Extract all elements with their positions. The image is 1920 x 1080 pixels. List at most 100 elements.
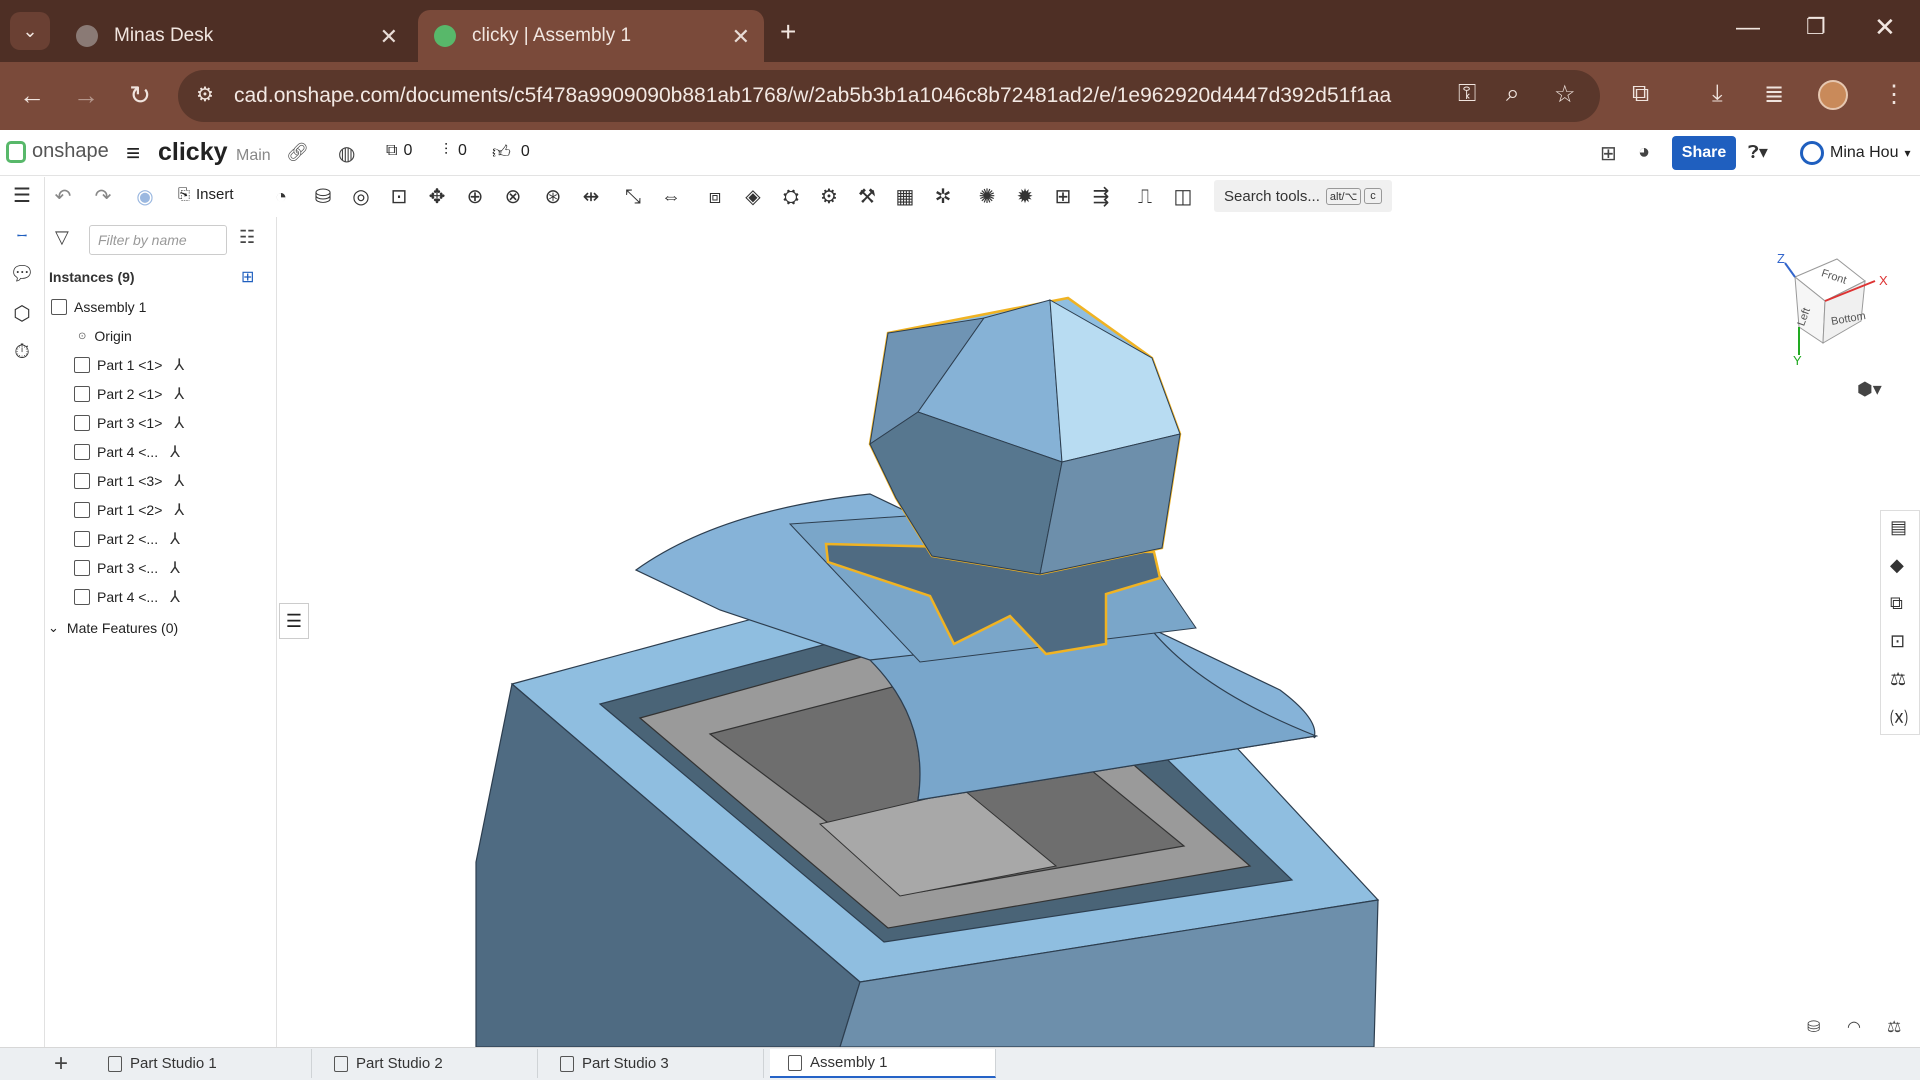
learning-center-icon[interactable]: ◕	[1638, 141, 1650, 164]
collapse-panel-icon[interactable]: ☰	[279, 603, 309, 639]
help-icon[interactable]: ❓︎▾	[1748, 142, 1768, 163]
zoom-icon[interactable]: ⌕	[1506, 80, 1519, 108]
slider-mate-icon[interactable]: ⊡	[386, 184, 412, 210]
mate-connector-icon[interactable]: ◔	[268, 184, 294, 210]
tree-row-instance[interactable]: Part 1 <2> ⅄	[74, 496, 184, 524]
tree-row-instance[interactable]: Part 2 <... ⅄	[74, 525, 180, 553]
measure-icon[interactable]: ⎍	[1132, 184, 1158, 210]
tree-row-assembly[interactable]: Assembly 1	[51, 293, 146, 321]
minimize-button[interactable]: —	[1736, 14, 1760, 42]
key-icon[interactable]: ⚿	[1458, 80, 1476, 108]
search-tools-input[interactable]: Search tools...	[1224, 188, 1320, 205]
tab-part-studio-3[interactable]: Part Studio 3	[542, 1049, 764, 1078]
appearance-icon[interactable]: ◆	[1890, 555, 1904, 576]
undo-icon[interactable]: ↶	[50, 184, 76, 210]
chrome-menu-icon[interactable]: ⋮	[1882, 80, 1906, 109]
gear-relation-icon[interactable]: ⛭	[778, 184, 804, 210]
screw-relation-icon[interactable]: ⚒	[854, 184, 880, 210]
tab-assembly-1[interactable]: Assembly 1	[770, 1049, 996, 1078]
graphics-viewport[interactable]: Front Left Bottom X Y Z ⬢▾ ☰ ⛁ ◠ ⚖	[277, 217, 1901, 1047]
assembly-model[interactable]	[277, 217, 1881, 1047]
insert-button[interactable]: ⎘ Insert	[178, 186, 234, 203]
forward-arrow-icon[interactable]: →	[70, 80, 102, 111]
mass-properties-icon[interactable]: ⚖	[1890, 669, 1906, 690]
cylindrical-mate-icon[interactable]: ⊕	[462, 184, 488, 210]
restore-button[interactable]: ❐	[1806, 14, 1826, 40]
rack-pinion-icon[interactable]: ⚙	[816, 184, 842, 210]
linear-relation-icon[interactable]: ▦	[892, 184, 918, 210]
tree-row-instance[interactable]: Part 4 <... ⅄	[74, 438, 180, 466]
mate-values-icon[interactable]: ⊡	[1890, 631, 1905, 652]
profile-avatar[interactable]	[1818, 80, 1848, 110]
pattern-icon[interactable]: ✺	[974, 184, 1000, 210]
document-title[interactable]: clicky	[158, 138, 228, 167]
units-icon[interactable]: ⚖	[1887, 1017, 1901, 1037]
branch-label[interactable]: Main	[236, 147, 271, 165]
properties-icon[interactable]: ▤	[1890, 517, 1907, 538]
relation-icon[interactable]: ◈	[740, 184, 766, 210]
replicate-icon[interactable]: ✲	[930, 184, 956, 210]
pin-slot-mate-icon[interactable]: ⊗	[500, 184, 526, 210]
versions-button[interactable]: ⧉ 0	[386, 142, 412, 160]
tree-row-instance[interactable]: Part 1 <1> ⅄	[74, 351, 184, 379]
tree-row-mate-features[interactable]: ⌄ Mate Features (0)	[48, 614, 178, 642]
tree-row-origin[interactable]: ⊙ Origin	[78, 322, 132, 350]
variables-icon[interactable]: ⒳	[1890, 705, 1908, 731]
close-icon[interactable]: ✕	[732, 24, 750, 50]
user-menu[interactable]: Mina Hou ▾	[1800, 141, 1911, 165]
circular-pattern-icon[interactable]: ✹	[1012, 184, 1038, 210]
tree-row-instance[interactable]: Part 1 <3> ⅄	[74, 467, 184, 495]
close-icon[interactable]: ✕	[380, 24, 398, 50]
onshape-logo[interactable]: onshape	[6, 140, 109, 163]
share-button[interactable]: Share	[1672, 136, 1736, 170]
bom-icon[interactable]: ⧉	[1890, 593, 1903, 614]
mate-features-icon[interactable]: ⧿	[9, 223, 35, 246]
tree-row-instance[interactable]: Part 2 <1> ⅄	[74, 380, 184, 408]
tangent-mate-icon[interactable]: ⤡	[620, 184, 646, 210]
tree-row-instance[interactable]: Part 3 <... ⅄	[74, 554, 180, 582]
url-text[interactable]: cad.onshape.com/documents/c5f478a9909090…	[234, 84, 1391, 108]
browser-tab-clicky[interactable]: clicky | Assembly 1 ✕	[418, 10, 764, 62]
view-cube-graphic[interactable]	[1755, 229, 1895, 369]
address-bar[interactable]: ⚙ cad.onshape.com/documents/c5f478a99090…	[178, 70, 1600, 122]
parallel-mate-icon[interactable]: ⇹	[578, 184, 604, 210]
extensions-icon[interactable]: ⧉	[1632, 80, 1649, 108]
display-states-icon[interactable]: ◠	[1847, 1017, 1861, 1037]
fastened-mate-icon[interactable]: ⛁	[310, 184, 336, 210]
tree-row-instance[interactable]: Part 3 <1> ⅄	[74, 409, 184, 437]
list-view-icon[interactable]: ☷	[239, 227, 255, 248]
new-tab-button[interactable]: +	[780, 16, 796, 48]
back-arrow-icon[interactable]: ←	[16, 80, 48, 111]
close-window-button[interactable]: ✕	[1874, 12, 1896, 43]
explode-icon[interactable]: ⇶	[1088, 184, 1114, 210]
hamburger-menu-icon[interactable]: ≡	[126, 140, 140, 168]
star-icon[interactable]: ☆	[1554, 80, 1576, 109]
comments-icon[interactable]: 💬︎	[9, 261, 35, 286]
reload-icon[interactable]: ↻	[124, 80, 156, 111]
link-icon[interactable]: 🔗︎	[286, 142, 309, 163]
section-view-icon[interactable]: ◫	[1170, 184, 1196, 210]
rollback-icon[interactable]: ◉	[132, 184, 158, 210]
animation-icon[interactable]: ⏱︎	[9, 341, 35, 364]
download-icon[interactable]: ⤓	[1712, 80, 1723, 108]
planar-mate-icon[interactable]: ✥	[424, 184, 450, 210]
redo-icon[interactable]: ↷	[90, 184, 116, 210]
instance-list-icon[interactable]: ☰	[9, 183, 35, 208]
ball-mate-icon[interactable]: ⊛	[540, 184, 566, 210]
apps-icon[interactable]: ⊞	[1600, 141, 1617, 166]
new-folder-icon[interactable]: ⊞	[241, 267, 254, 287]
revolute-mate-icon[interactable]: ◎	[348, 184, 374, 210]
mirror-icon[interactable]: ⊞	[1050, 184, 1076, 210]
branches-button[interactable]: ⫶ 0	[444, 142, 467, 160]
add-tab-icon[interactable]: +	[54, 1050, 68, 1078]
tab-part-studio-2[interactable]: Part Studio 2	[316, 1049, 538, 1078]
media-icon[interactable]: ≣	[1764, 80, 1784, 109]
globe-icon[interactable]: ◍	[338, 141, 355, 166]
tab-part-studio-1[interactable]: Part Studio 1	[90, 1049, 312, 1078]
width-mate-icon[interactable]: ⇔	[658, 184, 684, 210]
site-settings-icon[interactable]: ⚙	[196, 82, 214, 107]
filter-icon[interactable]: ▽	[55, 227, 69, 248]
view-cube[interactable]: Front Left Bottom X Y Z	[1755, 229, 1895, 369]
like-button[interactable]: 👍︎ 0	[492, 141, 530, 163]
search-tools-box[interactable]: Search tools... alt/⌥ c	[1214, 180, 1392, 212]
